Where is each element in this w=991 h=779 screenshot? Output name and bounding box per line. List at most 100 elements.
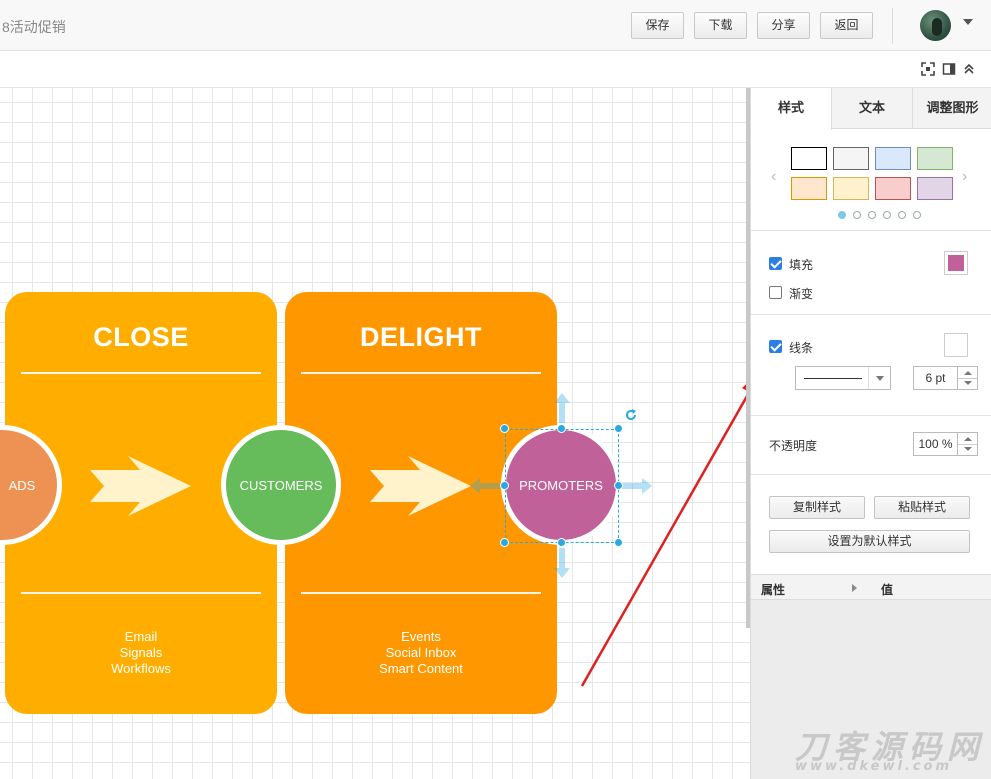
resize-handle[interactable] [500,424,509,433]
chevron-down-icon [876,376,884,381]
line-color-picker[interactable] [944,333,968,357]
stage-item: Smart Content [379,661,463,676]
fill-label: 填充 [789,258,814,272]
watermark-url: www.dkewl.com [795,759,953,774]
pager-dot[interactable] [913,211,921,219]
resize-handle[interactable] [500,538,509,547]
style-swatch[interactable] [875,147,911,170]
flow-arrow[interactable] [90,456,193,518]
fit-screen-icon[interactable] [921,62,935,76]
collapse-icon[interactable] [962,62,976,76]
increment-icon[interactable] [964,371,972,375]
line-width-value[interactable]: 6 pt [914,367,957,389]
set-default-style-button[interactable]: 设置为默认样式 [769,530,970,553]
connect-up-arrow[interactable] [554,393,570,423]
line-style-select[interactable] [795,366,891,390]
fill-color-picker[interactable] [944,251,968,275]
spinner-divider [958,444,977,445]
format-panel: 样式 文本 调整图形 ‹ › 填充 渐变 线条 6 pt 不透明度 100 % [750,88,991,779]
save-button[interactable]: 保存 [631,12,684,39]
resize-handle[interactable] [557,538,566,547]
opacity-label: 不透明度 [769,439,818,453]
fill-color [948,255,964,271]
section-divider [751,314,991,315]
connect-down-arrow[interactable] [554,548,570,578]
fill-checkbox[interactable] [769,257,782,270]
node-label: CUSTOMERS [239,477,323,493]
download-button[interactable]: 下载 [694,12,747,39]
top-bar: 8活动促销 保存 下载 分享 返回 [0,0,991,51]
select-divider [868,367,869,389]
tab-arrange[interactable]: 调整图形 [913,88,991,129]
panel-tabs: 样式 文本 调整图形 [751,88,991,130]
panel-toggle-icon[interactable] [942,62,956,76]
stage-item: Social Inbox [385,645,457,660]
stage-items: Email Signals Workflows [5,629,277,677]
back-button[interactable]: 返回 [820,12,873,39]
tab-style[interactable]: 样式 [751,88,832,130]
gradient-label: 渐变 [789,287,814,301]
section-divider [751,474,991,475]
stage-items: Events Social Inbox Smart Content [285,629,557,677]
stage-divider [21,372,261,374]
properties-header: 属性 值 [751,574,991,600]
section-divider [751,415,991,416]
chevron-down-icon[interactable] [963,19,973,25]
pager-dot[interactable] [883,211,891,219]
stage-title: CLOSE [93,322,189,352]
node-customers[interactable]: CUSTOMERS [221,425,341,545]
stage-divider [301,372,541,374]
pager-dot[interactable] [838,211,846,219]
pager-dot[interactable] [898,211,906,219]
properties-column-label: 属性 [761,583,786,597]
stage-divider [21,592,261,594]
style-swatch[interactable] [917,177,953,200]
stage-item: Workflows [111,661,171,676]
line-label: 线条 [789,341,814,355]
gradient-checkbox[interactable] [769,286,782,299]
spinner-divider [958,378,977,379]
decrement-icon[interactable] [964,381,972,385]
pager-dot[interactable] [853,211,861,219]
style-swatch[interactable] [875,177,911,200]
watermark: 刀客源码网 www.dkewl.com [795,722,985,774]
value-column-label: 值 [881,583,894,597]
increment-icon[interactable] [964,437,972,441]
diagram-canvas[interactable]: CLOSE Email Signals Workflows DELIGHT Ev… [0,88,750,779]
stage-title: DELIGHT [360,322,482,352]
opacity-spinner[interactable]: 100 % [913,432,978,456]
secondary-toolbar [0,51,991,88]
resize-handle[interactable] [557,424,566,433]
stage-divider [301,592,541,594]
stage-item: Signals [119,645,163,660]
style-swatch[interactable] [791,177,827,200]
spinner-arrows[interactable] [957,367,977,389]
resize-handle[interactable] [500,481,509,490]
line-preview [804,378,862,379]
style-swatch[interactable] [791,147,827,170]
annotation-arrow [580,380,750,687]
paste-style-button[interactable]: 粘贴样式 [874,496,970,519]
chevron-left-icon[interactable]: ‹ [771,168,776,186]
share-button[interactable]: 分享 [757,12,810,39]
spinner-arrows[interactable] [957,433,977,455]
user-avatar[interactable] [920,10,951,41]
connect-left-arrow[interactable] [470,478,500,494]
toolbar-divider [892,8,893,44]
pager-dot[interactable] [868,211,876,219]
flow-arrow[interactable] [370,456,473,518]
stage-item: Email [124,629,158,644]
style-swatch[interactable] [833,147,869,170]
style-swatch[interactable] [833,177,869,200]
document-title[interactable]: 8活动促销 [2,17,66,37]
node-label: ADS [8,477,36,493]
copy-style-button[interactable]: 复制样式 [769,496,865,519]
chevron-right-icon[interactable] [852,584,857,592]
line-checkbox[interactable] [769,340,782,353]
line-width-spinner[interactable]: 6 pt [913,366,978,390]
decrement-icon[interactable] [964,447,972,451]
opacity-value[interactable]: 100 % [914,433,957,455]
chevron-right-icon[interactable]: › [962,168,967,186]
tab-text[interactable]: 文本 [832,88,913,129]
style-swatch[interactable] [917,147,953,170]
